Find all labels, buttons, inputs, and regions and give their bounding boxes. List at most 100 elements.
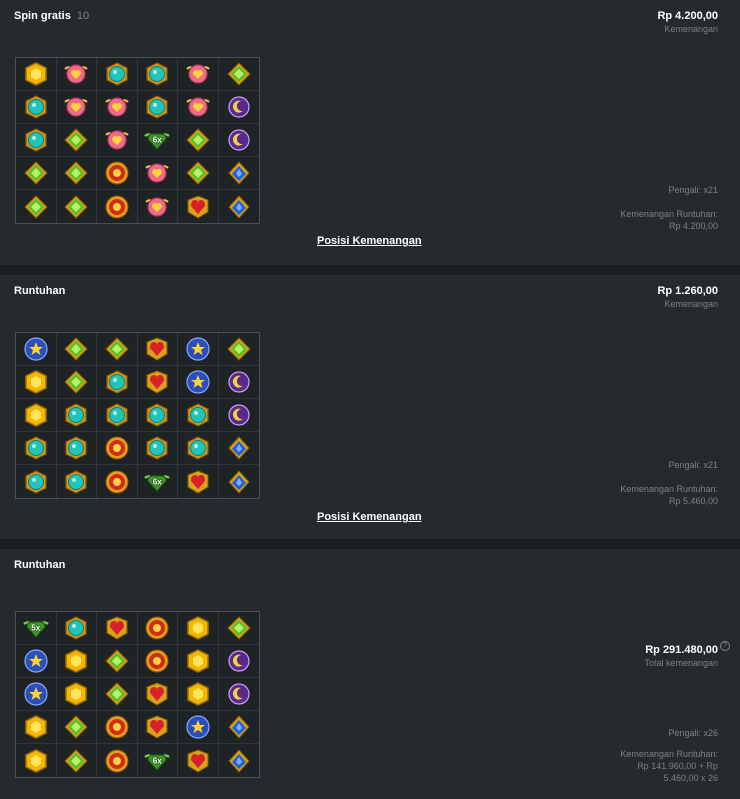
red-heart-gem-icon: [104, 615, 130, 641]
star-badge-icon: [23, 648, 49, 674]
reel-cell: [178, 678, 219, 711]
multiplier-text: Pengali: x21: [668, 185, 718, 195]
cascade-win: Kemenangan Runtuhan: Rp 5.460,00: [620, 483, 718, 507]
gold-gem-icon: [185, 648, 211, 674]
green-gem-icon: [63, 714, 89, 740]
reel-cell: [56, 645, 97, 678]
reel-cell: [56, 399, 97, 432]
reel-cell: [137, 678, 178, 711]
sun-gem-icon: [104, 160, 130, 186]
teal-gem-icon: [23, 469, 49, 495]
multiplier-label: 6x: [152, 756, 162, 765]
panel-title-text: Spin gratis: [14, 10, 71, 22]
winged-heart-icon: [63, 61, 89, 87]
cascade-win: Kemenangan Runtuhan: Rp 4.200,00: [620, 208, 718, 232]
reel-cell: [16, 711, 57, 744]
multiplier-label: 5x: [31, 623, 41, 633]
green-gem-icon: [63, 194, 89, 220]
sun-gem-icon: [104, 435, 130, 461]
reel-cell: [57, 744, 97, 777]
sun-gem-icon: [144, 615, 170, 641]
reel-cell: [137, 432, 178, 465]
panel-title: Spin gratis 10: [14, 10, 89, 22]
winged-multiplier-icon: 6x: [144, 469, 170, 495]
reel-cell: [219, 744, 260, 777]
cascade-win-label: Kemenangan Runtuhan:: [620, 484, 718, 494]
red-heart-gem-icon: [144, 369, 170, 395]
reel-cell: [137, 711, 178, 744]
reel-cell: [16, 744, 57, 777]
moon-gem-icon: [226, 369, 252, 395]
win-amount-label: Kemenangan: [664, 299, 718, 309]
reel-cell: [57, 465, 97, 498]
sun-gem-icon: [104, 469, 130, 495]
reel-cell: [16, 678, 57, 711]
winged-heart-icon: [185, 94, 211, 120]
reel-cell: 6x: [137, 124, 178, 157]
reel-cell: [56, 678, 97, 711]
reel-cell: [97, 432, 138, 465]
moon-gem-icon: [226, 681, 252, 707]
winning-positions-link[interactable]: Posisi Kemenangan: [317, 511, 422, 523]
reel-cell: [16, 157, 57, 190]
reel-cell: [218, 124, 259, 157]
cascade-win: Kemenangan Runtuhan: Rp 141.960,00 + Rp …: [620, 748, 718, 784]
green-gem-icon: [63, 160, 89, 186]
reel-cell: [137, 645, 178, 678]
reel-cell: [97, 645, 138, 678]
gold-gem-icon: [23, 369, 49, 395]
star-badge-icon: [185, 336, 211, 362]
reel-cell: [178, 58, 219, 91]
reel-cell: [178, 157, 219, 190]
winged-heart-icon: [104, 94, 130, 120]
panel-title: Runtuhan: [14, 559, 65, 571]
reel-cell: [97, 612, 138, 645]
reel-cell: [178, 744, 219, 777]
winged-heart-icon: [185, 61, 211, 87]
reel-cell: [16, 333, 57, 366]
teal-gem-icon: [23, 94, 49, 120]
reel-cell: [56, 157, 97, 190]
reel-cell: [178, 190, 219, 223]
multiplier-text: Pengali: x26: [668, 728, 718, 738]
info-icon[interactable]: ?: [720, 641, 730, 651]
winged-multiplier-icon: 5x: [23, 615, 49, 641]
red-heart-gem-icon: [144, 681, 170, 707]
panel-title-text: Runtuhan: [14, 559, 66, 571]
reel-grid: 6x: [15, 57, 260, 224]
reel-cell: [218, 366, 259, 399]
reel-cell: [218, 645, 259, 678]
green-gem-icon: [104, 336, 130, 362]
total-win: Rp 291.480,00 Total kemenangan: [644, 644, 718, 668]
reel-cell: [97, 91, 138, 124]
reel-cell: [137, 91, 178, 124]
win-amount-label: Kemenangan: [664, 24, 718, 34]
winning-positions-link[interactable]: Posisi Kemenangan: [317, 235, 422, 247]
cascade-win-value: Rp 4.200,00: [668, 221, 718, 231]
green-gem-icon: [63, 369, 89, 395]
reel-cell: 6x: [138, 465, 178, 498]
teal-gem-icon: [144, 61, 170, 87]
reel-grid: 5x 6x: [15, 611, 260, 778]
winged-heart-icon: [63, 94, 89, 120]
gold-gem-icon: [63, 681, 89, 707]
multiplier-text: Pengali: x21: [668, 460, 718, 470]
teal-gem-icon: [23, 435, 49, 461]
blue-gem-icon: [226, 435, 252, 461]
reel-cell: [57, 190, 97, 223]
green-gem-icon: [23, 160, 49, 186]
reel-cell: [97, 399, 138, 432]
winged-heart-icon: [144, 160, 170, 186]
reel-cell: [137, 399, 178, 432]
teal-gem-icon: [63, 615, 89, 641]
reel-cell: [97, 124, 138, 157]
reel-cell: 5x: [16, 612, 57, 645]
teal-gem-icon: [23, 127, 49, 153]
red-heart-gem-icon: [144, 336, 170, 362]
teal-gem-icon: [185, 402, 211, 428]
gold-gem-icon: [23, 61, 49, 87]
reel-grid: 6x: [15, 332, 260, 499]
blue-gem-icon: [226, 160, 252, 186]
reel-cell: [178, 432, 219, 465]
reel-cell: [16, 58, 57, 91]
